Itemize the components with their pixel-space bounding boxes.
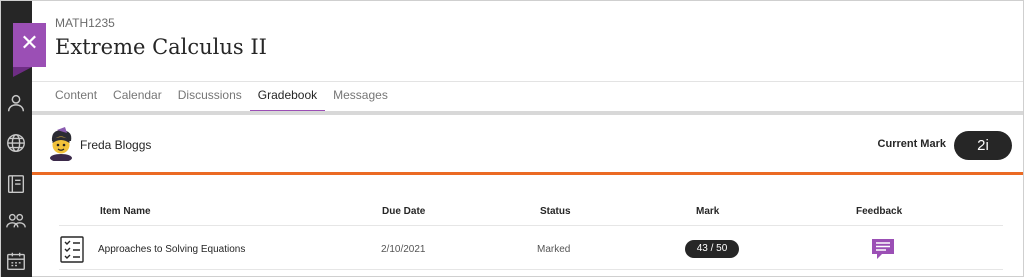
tab-calendar[interactable]: Calendar: [105, 81, 170, 111]
column-header-mark: Mark: [696, 206, 720, 217]
column-header-status: Status: [540, 206, 571, 217]
course-tabs: Content Calendar Discussions Gradebook M…: [47, 81, 396, 113]
tab-discussions[interactable]: Discussions: [170, 81, 250, 111]
column-header-due-date: Due Date: [382, 206, 426, 217]
status-text: Marked: [537, 244, 571, 255]
user-icon[interactable]: [4, 91, 28, 115]
column-header-item-name: Item Name: [100, 206, 151, 217]
mark-pill[interactable]: 43 / 50: [685, 240, 739, 258]
tab-gradebook[interactable]: Gradebook: [249, 81, 326, 113]
student-row: Freda Bloggs Current Mark 2i: [32, 119, 1023, 173]
avatar: [45, 127, 77, 162]
item-name-link[interactable]: Approaches to Solving Equations: [98, 244, 245, 255]
feedback-message-icon[interactable]: [870, 237, 896, 261]
close-icon: ✕: [20, 30, 39, 55]
student-divider: [32, 172, 1023, 175]
table-row-divider: [59, 269, 1003, 270]
tab-content[interactable]: Content: [47, 81, 105, 111]
tab-messages[interactable]: Messages: [325, 81, 396, 111]
course-code: MATH1235: [55, 16, 115, 30]
course-title: Extreme Calculus II: [55, 35, 267, 59]
calendar-icon[interactable]: [4, 249, 28, 273]
student-name[interactable]: Freda Bloggs: [80, 138, 151, 152]
table-header-divider: [59, 225, 1003, 226]
assignment-checklist-icon: [59, 234, 87, 264]
gradebook-book-icon[interactable]: [4, 172, 28, 196]
tab-divider: [32, 111, 1023, 115]
due-date: 2/10/2021: [381, 244, 426, 255]
column-header-feedback: Feedback: [856, 206, 903, 217]
close-panel-button[interactable]: ✕: [13, 23, 46, 77]
current-mark-value[interactable]: 2i: [954, 131, 1012, 160]
current-mark-label: Current Mark: [877, 138, 946, 150]
globe-icon[interactable]: [4, 131, 28, 155]
people-icon[interactable]: [4, 209, 28, 233]
